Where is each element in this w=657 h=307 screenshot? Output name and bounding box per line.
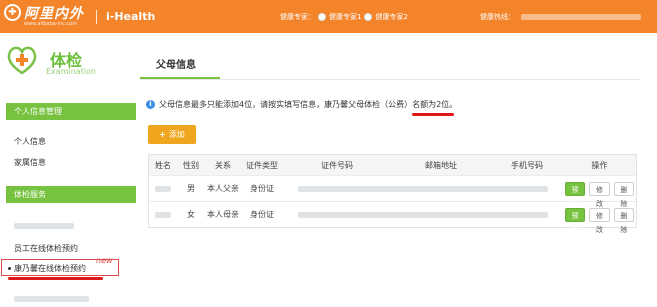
add-button[interactable]: + 添加 — [148, 125, 196, 144]
column-header: 性别 — [183, 160, 199, 170]
logo-url: www.alibaba-inc.com — [24, 21, 78, 27]
details-cell-redacted — [283, 202, 563, 227]
edit-button[interactable]: 修改 — [589, 181, 610, 208]
name-cell-redacted — [149, 176, 177, 201]
book-button[interactable]: 预约 — [565, 207, 586, 234]
table-row: 女 本人母亲 身份证 预约 修改 删除 — [149, 202, 636, 234]
new-badge: new — [96, 256, 113, 265]
actions-cell: 预约 修改 删除 — [563, 176, 636, 208]
gender-cell: 女 — [187, 210, 195, 219]
column-header: 邮箱地址 — [425, 160, 457, 170]
expert-avatar-icon — [318, 13, 326, 21]
top-header: ✚ 阿里内外 www.alibaba-inc.com i-Health 健康专家… — [0, 0, 657, 33]
logo-text: 阿里内外 — [24, 6, 84, 22]
annotation-underline — [8, 277, 103, 280]
column-header: 手机号码 — [511, 160, 543, 170]
actions-cell: 预约 修改 删除 — [563, 202, 636, 234]
main-content: 父母信息 i 父母信息最多只能添加4位，请按实填写信息，康乃馨父母体检（公费）名… — [140, 33, 657, 307]
add-label: 添加 — [168, 130, 185, 139]
relation-cell: 本人父亲 — [207, 184, 239, 193]
exam-subtitle: Examination — [46, 67, 97, 76]
gender-cell: 男 — [187, 184, 195, 193]
delete-button[interactable]: 删除 — [613, 181, 634, 208]
plus-icon: + — [159, 130, 166, 139]
parent-booking-label: 康乃馨在线体检预约 — [14, 264, 86, 273]
logo-icon: ✚ — [4, 4, 21, 21]
page-title: 父母信息 — [156, 60, 196, 71]
info-icon: i — [146, 100, 155, 109]
details-cell-redacted — [283, 176, 563, 201]
hotline: 健康热线： — [480, 12, 641, 22]
hotline-label: 健康热线： — [480, 13, 515, 21]
column-header: 姓名 — [155, 160, 171, 170]
brand-name: i-Health — [106, 10, 156, 23]
column-header: 操作 — [591, 160, 608, 170]
sidebar-item-personal-info[interactable]: 个人信息 — [14, 136, 46, 147]
exam-brand: 体检 Examination — [6, 45, 136, 79]
table-row: 男 本人父亲 身份证 预约 修改 删除 — [149, 176, 636, 208]
bullet-icon — [8, 267, 11, 270]
book-button[interactable]: 预约 — [565, 181, 586, 208]
sidebar: 体检 Examination 个人信息管理 个人信息 家属信息 体检服务 员工在… — [0, 33, 140, 307]
column-header: 证件类型 — [246, 160, 278, 170]
table-header-row: 姓名 性别 关系 证件类型 证件号码 邮箱地址 手机号码 操作 — [149, 155, 636, 176]
id-type-cell: 身份证 — [250, 184, 274, 193]
sidebar-item-employee-booking[interactable]: 员工在线体检预约 — [14, 243, 78, 254]
hotline-number-redacted — [521, 14, 641, 20]
notice-text: 父母信息最多只能添加4位，请按实填写信息，康乃馨父母体检（公费）名额为2位。 — [159, 100, 458, 109]
sidebar-item-redacted[interactable] — [14, 223, 74, 229]
expert-avatar-icon — [364, 13, 373, 21]
health-experts: 健康专家： 健康专家1 健康专家2 — [280, 12, 408, 22]
annotation-underline — [412, 113, 454, 116]
section-personal-info[interactable]: 个人信息管理 — [6, 103, 136, 120]
heart-plus-icon — [7, 46, 37, 75]
column-header: 关系 — [215, 160, 231, 170]
header-divider — [96, 10, 97, 24]
name-cell-redacted — [149, 202, 177, 227]
expert-link-1[interactable]: 健康专家1 — [329, 12, 361, 22]
title-divider — [140, 79, 640, 80]
section-exam-service[interactable]: 体检服务 — [6, 186, 136, 203]
relation-cell: 本人母亲 — [207, 210, 239, 219]
edit-button[interactable]: 修改 — [589, 207, 610, 234]
delete-button[interactable]: 删除 — [613, 207, 634, 234]
notice: i 父母信息最多只能添加4位，请按实填写信息，康乃馨父母体检（公费）名额为2位。 — [146, 99, 457, 110]
parents-table: 姓名 性别 关系 证件类型 证件号码 邮箱地址 手机号码 操作 男 本人父亲 身… — [148, 154, 637, 234]
expert-link-2[interactable]: 健康专家2 — [375, 12, 407, 22]
sidebar-item-family-info[interactable]: 家属信息 — [14, 157, 46, 168]
logo[interactable]: ✚ 阿里内外 www.alibaba-inc.com — [4, 3, 104, 30]
id-type-cell: 身份证 — [250, 210, 274, 219]
experts-label: 健康专家： — [280, 13, 315, 21]
column-header: 证件号码 — [321, 160, 353, 170]
sidebar-item-redacted[interactable] — [14, 296, 89, 302]
